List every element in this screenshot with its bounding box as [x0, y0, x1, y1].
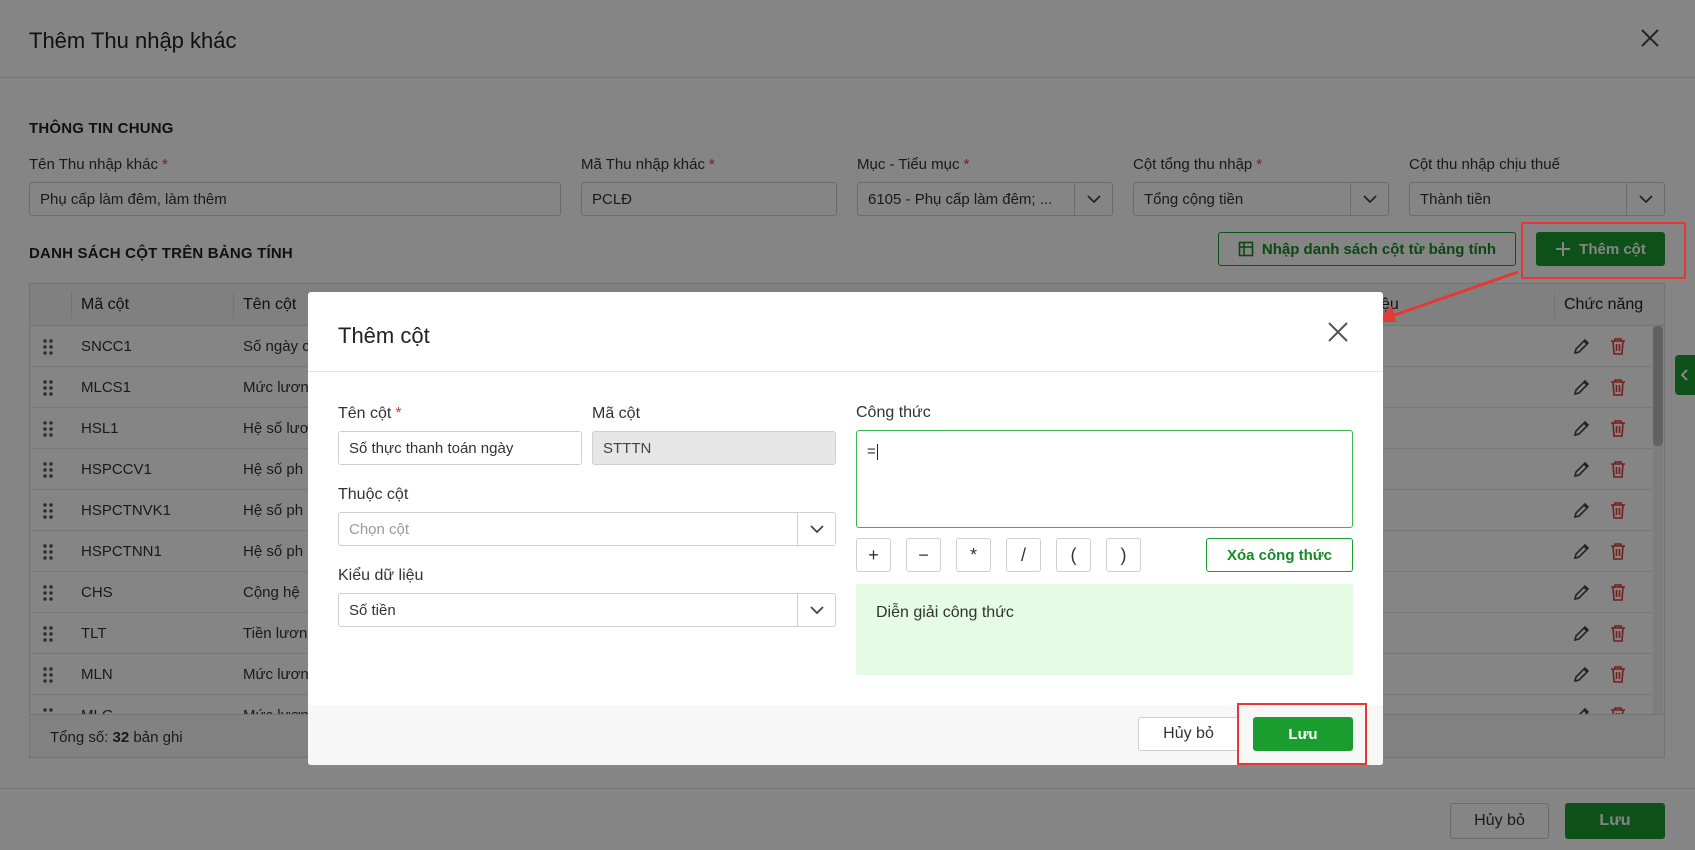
column-code-input: STTTN	[592, 431, 836, 465]
operator-open-paren-button[interactable]: (	[1056, 538, 1091, 572]
modal-footer: Hủy bỏ Lưu	[308, 705, 1383, 765]
datatype-label: Kiểu dữ liệu	[338, 567, 424, 584]
operator-multiply-button[interactable]: *	[956, 538, 991, 572]
modal-header: Thêm cột	[308, 292, 1383, 372]
parent-column-placeholder: Chọn cột	[349, 521, 410, 538]
formula-input[interactable]: =	[856, 430, 1353, 528]
annotation-arrow-icon	[1374, 270, 1519, 322]
chevron-down-icon[interactable]	[797, 513, 835, 545]
add-column-modal: Thêm cột Tên cột * Mã cột Số thực thanh t…	[308, 292, 1383, 765]
modal-cancel-button[interactable]: Hủy bỏ	[1138, 717, 1239, 751]
highlight-modal-save	[1237, 703, 1367, 765]
parent-column-select[interactable]: Chọn cột	[338, 512, 836, 546]
clear-formula-button[interactable]: Xóa công thức	[1206, 538, 1353, 572]
column-name-label: Tên cột *	[338, 405, 402, 422]
formula-value: =	[867, 443, 876, 460]
operator-plus-button[interactable]: +	[856, 538, 891, 572]
highlight-add-column	[1521, 222, 1686, 279]
formula-label: Công thức	[856, 404, 931, 421]
parent-column-label: Thuộc cột	[338, 486, 409, 503]
modal-title: Thêm cột	[338, 323, 430, 348]
formula-explanation: Diễn giải công thức	[856, 584, 1353, 675]
operator-close-paren-button[interactable]: )	[1106, 538, 1141, 572]
operator-minus-button[interactable]: −	[906, 538, 941, 572]
operator-divide-button[interactable]: /	[1006, 538, 1041, 572]
datatype-select[interactable]: Số tiền	[338, 593, 836, 627]
column-name-input[interactable]: Số thực thanh toán ngày	[338, 431, 582, 465]
close-icon[interactable]	[1326, 320, 1350, 344]
chevron-down-icon[interactable]	[797, 594, 835, 626]
column-code-label: Mã cột	[592, 405, 641, 422]
datatype-value: Số tiền	[349, 602, 396, 619]
